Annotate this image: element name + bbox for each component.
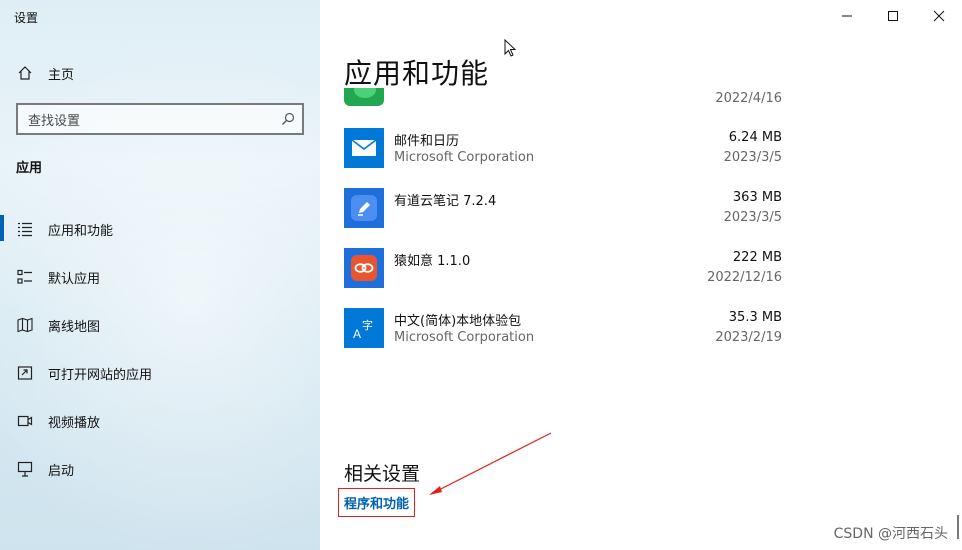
app-date: 2023/3/5 — [723, 210, 782, 225]
section-heading: 应用 — [16, 161, 43, 176]
scrollbar[interactable] — [957, 515, 959, 539]
app-date: 2023/3/5 — [723, 150, 782, 165]
sidebar-item-label: 应用和功能 — [48, 223, 114, 239]
minimize-button[interactable] — [824, 0, 870, 32]
sidebar-item-label: 视频播放 — [48, 415, 101, 431]
app-name: 邮件和日历 — [394, 134, 460, 149]
search-input[interactable]: 查找设置 — [16, 103, 304, 135]
page-title: 应用和功能 — [344, 57, 490, 90]
svg-text:A: A — [353, 327, 361, 341]
default-apps-icon — [16, 268, 34, 286]
window-title: 设置 — [14, 11, 39, 25]
sidebar-item-label: 离线地图 — [48, 319, 101, 335]
home-nav-item[interactable]: 主页 — [16, 63, 74, 83]
sidebar-nav: 应用和功能 默认应用 离线地图 可打开网站的应用 视频播放 启动 — [0, 205, 320, 493]
app-size: 6.24 MB — [728, 130, 782, 145]
home-icon — [16, 64, 34, 82]
svg-text:字: 字 — [362, 318, 373, 332]
main-panel: 应用和功能 2022/4/16 邮件和日历 Microsoft Corporat… — [320, 0, 962, 550]
home-label: 主页 — [48, 67, 75, 83]
sidebar-item-apps-for-websites[interactable]: 可打开网站的应用 — [0, 349, 320, 397]
sidebar: 设置 主页 查找设置 应用 应用和功能 默认应用 离线地图 可打开网站的应用 视… — [0, 0, 320, 550]
programs-features-link[interactable]: 程序和功能 — [338, 488, 416, 517]
apps-for-websites-icon — [16, 364, 34, 382]
sidebar-item-startup[interactable]: 启动 — [0, 445, 320, 493]
app-name: 中文(简体)本地体验包 — [394, 314, 522, 329]
startup-icon — [16, 460, 34, 478]
app-list-item[interactable]: 猿如意 1.1.0 222 MB 2022/12/16 — [344, 248, 782, 308]
app-size: 222 MB — [732, 250, 782, 265]
partial-app-date: 2022/4/16 — [715, 91, 782, 106]
sidebar-item-label: 默认应用 — [48, 271, 101, 287]
offline-maps-icon — [16, 316, 34, 334]
app-list-item[interactable]: A字 中文(简体)本地体验包 Microsoft Corporation 35.… — [344, 308, 782, 368]
app-list-item[interactable]: 有道云笔记 7.2.4 363 MB 2023/3/5 — [344, 188, 782, 248]
mouse-cursor-icon — [504, 39, 517, 57]
app-list-item[interactable]: 邮件和日历 Microsoft Corporation 6.24 MB 2023… — [344, 128, 782, 188]
sidebar-item-video-playback[interactable]: 视频播放 — [0, 397, 320, 445]
partial-app-icon — [344, 88, 384, 106]
related-settings-heading: 相关设置 — [344, 463, 421, 485]
close-icon — [933, 10, 945, 22]
sidebar-item-label: 启动 — [48, 463, 75, 479]
window-controls — [824, 0, 962, 32]
app-list: 邮件和日历 Microsoft Corporation 6.24 MB 2023… — [344, 128, 782, 368]
sidebar-item-default-apps[interactable]: 默认应用 — [0, 253, 320, 301]
app-publisher: Microsoft Corporation — [394, 330, 535, 345]
app-date: 2023/2/19 — [715, 330, 782, 345]
search-placeholder: 查找设置 — [28, 113, 81, 129]
watermark: CSDN @河西石头 — [833, 526, 948, 542]
app-size: 35.3 MB — [728, 310, 782, 325]
apps-features-icon — [16, 220, 34, 238]
language-pack-icon: A字 — [344, 308, 384, 348]
sidebar-item-label: 可打开网站的应用 — [48, 367, 153, 383]
app-size: 363 MB — [732, 190, 782, 205]
maximize-icon — [888, 11, 898, 21]
app-date: 2022/12/16 — [707, 270, 782, 285]
maximize-button[interactable] — [870, 0, 916, 32]
mail-calendar-icon — [344, 128, 384, 168]
app-name: 猿如意 1.1.0 — [394, 254, 471, 269]
yuanruyi-icon — [344, 248, 384, 288]
sidebar-item-apps-features[interactable]: 应用和功能 — [0, 205, 320, 253]
search-icon[interactable] — [274, 105, 302, 133]
minimize-icon — [842, 15, 852, 17]
video-playback-icon — [16, 412, 34, 430]
youdao-note-icon — [344, 188, 384, 228]
app-publisher: Microsoft Corporation — [394, 150, 535, 165]
close-button[interactable] — [916, 0, 962, 32]
sidebar-item-offline-maps[interactable]: 离线地图 — [0, 301, 320, 349]
app-name: 有道云笔记 7.2.4 — [394, 194, 497, 209]
